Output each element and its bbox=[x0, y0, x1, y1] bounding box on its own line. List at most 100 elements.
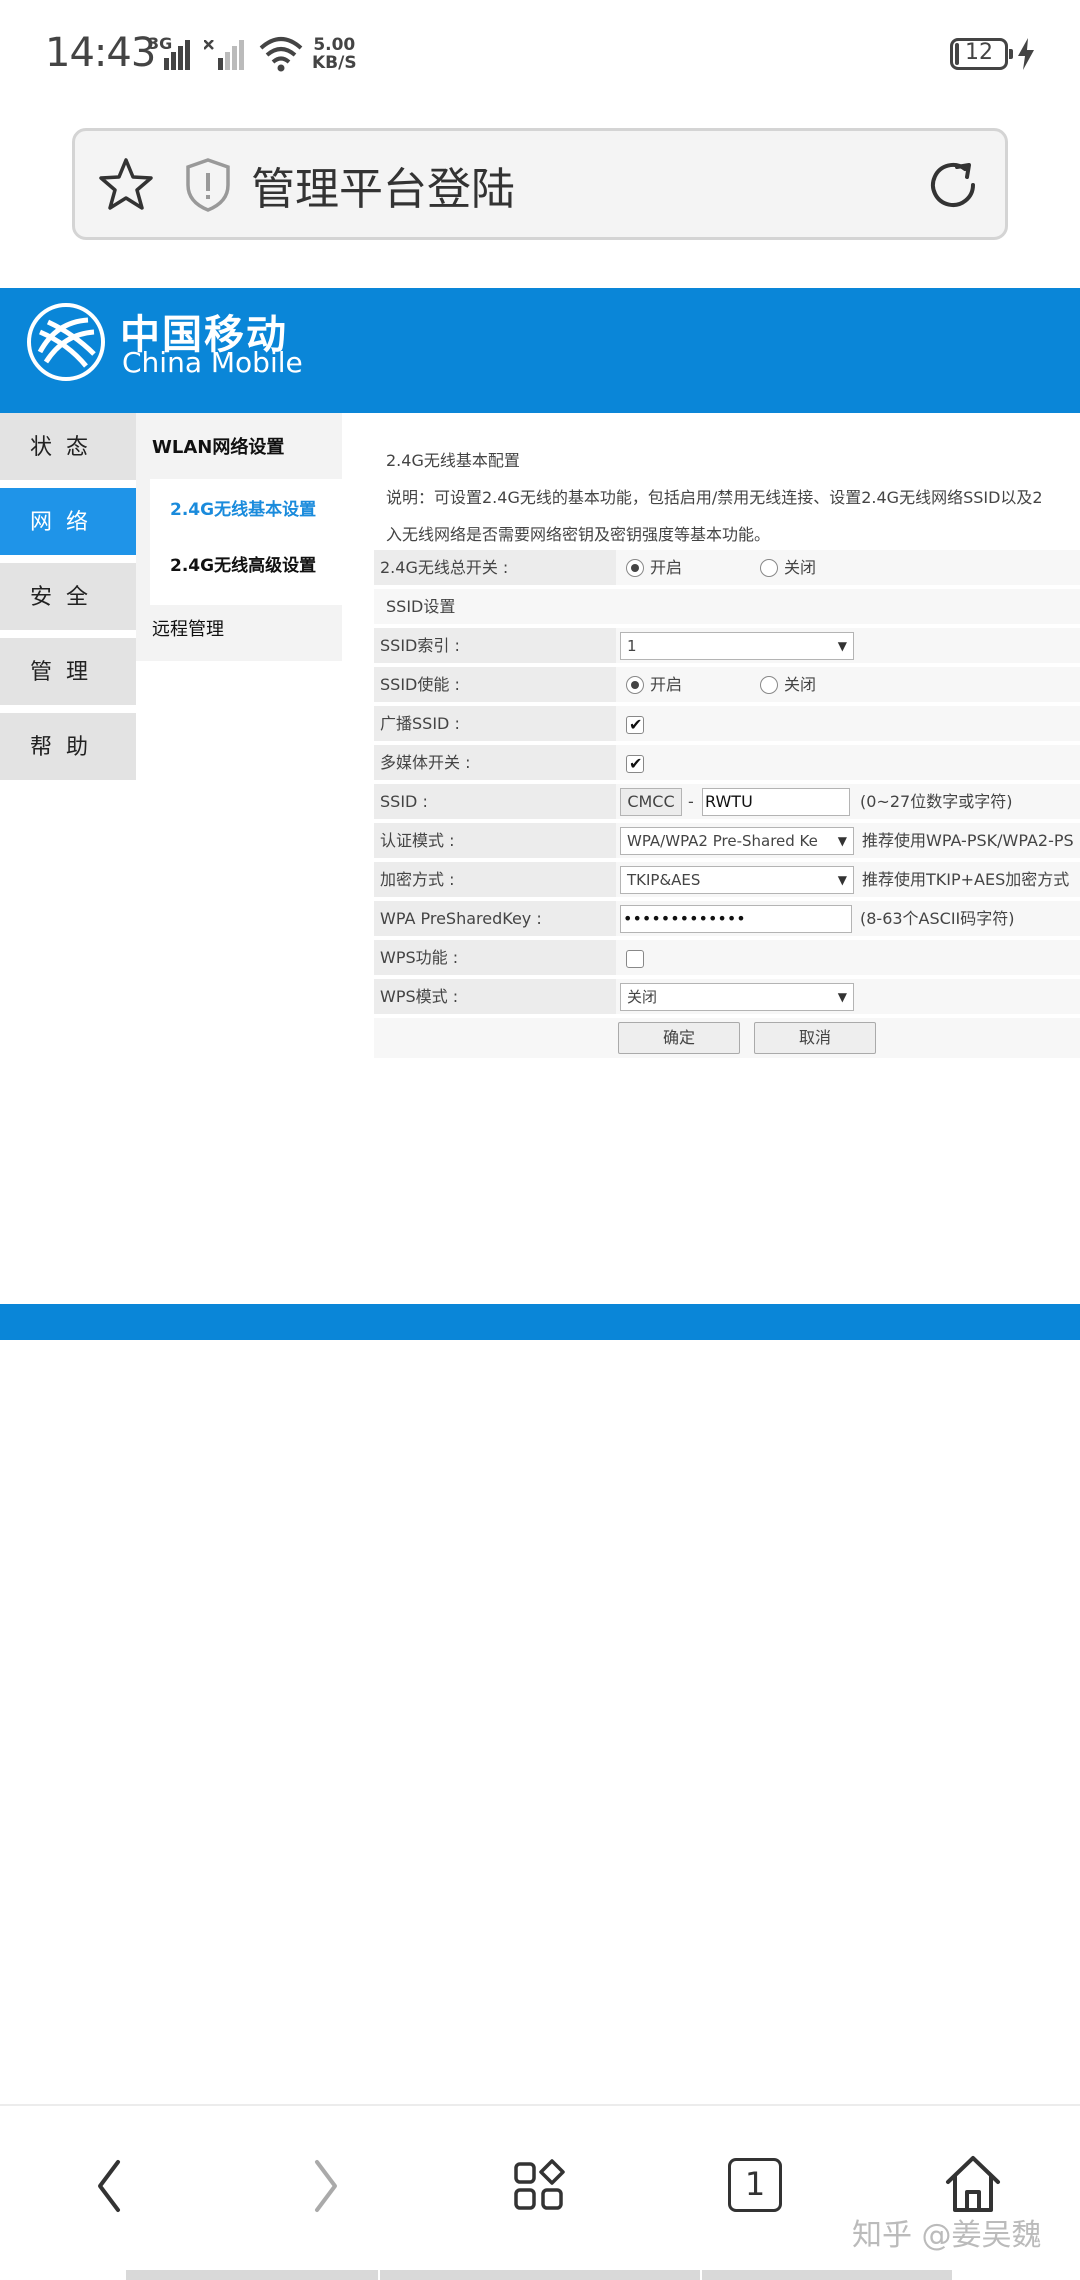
row-multimedia: 多媒体开关 : ✔ bbox=[374, 745, 1080, 782]
master-switch-on-radio[interactable] bbox=[626, 559, 644, 577]
encryption-select[interactable]: TKIP&AES ▼ bbox=[620, 866, 854, 894]
multimedia-checkbox[interactable]: ✔ bbox=[626, 754, 644, 773]
gesture-bar-center bbox=[380, 2270, 700, 2280]
nav-item-network[interactable]: 网络 bbox=[0, 488, 136, 558]
master-switch-off-radio[interactable] bbox=[760, 559, 778, 577]
subnav-list: 2.4G无线基本设置 2.4G无线高级设置 bbox=[150, 479, 342, 605]
master-switch-off-label: 关闭 bbox=[784, 558, 817, 577]
dropdown-arrow-icon: ▼ bbox=[837, 873, 847, 887]
auth-mode-value: WPA/WPA2 Pre-Shared Ke bbox=[627, 832, 818, 850]
watermark: 知乎 @姜吴魏 bbox=[852, 2218, 1042, 2253]
checkmark-icon: ✔ bbox=[629, 754, 643, 773]
china-mobile-logo-icon bbox=[27, 303, 105, 381]
auth-mode-select[interactable]: WPA/WPA2 Pre-Shared Ke ▼ bbox=[620, 827, 854, 855]
tab-count: 1 bbox=[744, 2165, 766, 2203]
reload-icon[interactable] bbox=[925, 157, 981, 213]
wps-label: WPS功能 : bbox=[374, 940, 616, 975]
wps-mode-label: WPS模式 : bbox=[374, 979, 616, 1014]
nav-item-help[interactable]: 帮助 bbox=[0, 713, 136, 783]
row-wps-mode: WPS模式 : 关闭 ▼ bbox=[374, 979, 1080, 1016]
row-wps: WPS功能 : bbox=[374, 940, 1080, 977]
bookmark-star-icon[interactable] bbox=[97, 156, 155, 214]
sub-nav: WLAN网络设置 2.4G无线基本设置 2.4G无线高级设置 远程管理 bbox=[136, 413, 342, 661]
master-switch-on-label: 开启 bbox=[650, 558, 683, 577]
row-ssid-enable: SSID使能 : 开启 关闭 bbox=[374, 667, 1080, 704]
home-icon[interactable] bbox=[944, 2154, 1002, 2214]
subnav-item-advanced[interactable]: 2.4G无线高级设置 bbox=[170, 551, 316, 576]
ssid-index-label: SSID索引 : bbox=[374, 628, 616, 663]
ssid-index-value: 1 bbox=[627, 637, 637, 655]
psk-input[interactable]: ••••••••••••• bbox=[620, 905, 852, 933]
row-encryption: 加密方式 : TKIP&AES ▼ 推荐使用TKIP+AES加密方式 bbox=[374, 862, 1080, 899]
net-speed: 5.00 KB/S bbox=[312, 36, 357, 72]
ssid-separator: - bbox=[688, 792, 694, 811]
tabs-button[interactable]: 1 bbox=[728, 2158, 782, 2212]
wps-checkbox[interactable] bbox=[626, 950, 644, 968]
nav-item-security[interactable]: 安全 bbox=[0, 563, 136, 633]
row-psk: WPA PreSharedKey : ••••••••••••• (8-63个A… bbox=[374, 901, 1080, 938]
subnav-remote-management[interactable]: 远程管理 bbox=[152, 615, 224, 641]
encryption-label: 加密方式 : bbox=[374, 862, 616, 897]
confirm-button[interactable]: 确定 bbox=[618, 1022, 740, 1054]
battery-level: 12 bbox=[965, 40, 993, 65]
ssid-prefix: CMCC bbox=[620, 788, 682, 816]
row-buttons: 确定 取消 bbox=[374, 1018, 1080, 1060]
ssid-enable-on-label: 开启 bbox=[650, 675, 683, 694]
net-speed-unit: KB/S bbox=[312, 53, 357, 73]
row-ssid-index: SSID索引 : 1 ▼ bbox=[374, 628, 1080, 665]
dropdown-arrow-icon: ▼ bbox=[837, 639, 847, 653]
row-ssid: SSID : CMCC - RWTU (0~27位数字或字符) bbox=[374, 784, 1080, 821]
page-title: 管理平台登陆 bbox=[251, 164, 515, 215]
broadcast-ssid-label: 广播SSID : bbox=[374, 706, 616, 741]
psk-label: WPA PreSharedKey : bbox=[374, 901, 616, 936]
master-switch-label: 2.4G无线总开关 : bbox=[374, 550, 616, 585]
net-speed-value: 5.00 bbox=[313, 35, 356, 55]
ssid-enable-label: SSID使能 : bbox=[374, 667, 616, 702]
dropdown-arrow-icon: ▼ bbox=[837, 990, 847, 1004]
subnav-item-basic[interactable]: 2.4G无线基本设置 bbox=[170, 495, 316, 520]
broadcast-ssid-checkbox[interactable]: ✔ bbox=[626, 715, 644, 734]
back-icon[interactable] bbox=[90, 2156, 130, 2216]
row-auth-mode: 认证模式 : WPA/WPA2 Pre-Shared Ke ▼ 推荐使用WPA-… bbox=[374, 823, 1080, 860]
forward-icon[interactable] bbox=[305, 2156, 345, 2216]
description-line1: 说明：可设置2.4G无线的基本功能，包括启用/禁用无线连接、设置2.4G无线网络… bbox=[386, 488, 1043, 507]
ssid-input[interactable]: RWTU bbox=[702, 788, 850, 816]
security-shield-icon[interactable] bbox=[183, 157, 233, 213]
description: 说明：可设置2.4G无线的基本功能，包括启用/禁用无线连接、设置2.4G无线网络… bbox=[386, 479, 1080, 553]
multimedia-label: 多媒体开关 : bbox=[374, 745, 616, 780]
ssid-enable-off-label: 关闭 bbox=[784, 675, 817, 694]
brand-name-en: China Mobile bbox=[122, 346, 303, 379]
row-broadcast-ssid: 广播SSID : ✔ bbox=[374, 706, 1080, 743]
china-mobile-header: 中国移动 China Mobile bbox=[0, 288, 1080, 413]
auth-mode-hint: 推荐使用WPA-PSK/WPA2-PS bbox=[862, 831, 1074, 850]
section-title: 2.4G无线基本配置 bbox=[386, 451, 520, 470]
ssid-index-select[interactable]: 1 ▼ bbox=[620, 632, 854, 660]
address-bar[interactable]: 管理平台登陆 bbox=[72, 128, 1008, 240]
psk-hint: (8-63个ASCII码字符) bbox=[860, 909, 1015, 928]
ssid-section-heading: SSID设置 bbox=[386, 597, 456, 616]
subnav-wlan-heading[interactable]: WLAN网络设置 bbox=[152, 433, 284, 459]
cancel-button[interactable]: 取消 bbox=[754, 1022, 876, 1054]
encryption-hint: 推荐使用TKIP+AES加密方式 bbox=[862, 870, 1070, 889]
row-master-switch: 2.4G无线总开关 : 开启 关闭 bbox=[374, 550, 1080, 587]
footer-band bbox=[0, 1304, 1080, 1340]
wps-mode-select[interactable]: 关闭 ▼ bbox=[620, 983, 854, 1011]
wifi-icon bbox=[259, 37, 303, 72]
ssid-enable-off-radio[interactable] bbox=[760, 676, 778, 694]
charging-icon bbox=[1018, 38, 1034, 70]
ssid-enable-on-radio[interactable] bbox=[626, 676, 644, 694]
gesture-bar-left bbox=[126, 2270, 378, 2280]
battery-icon: 12 bbox=[950, 38, 1013, 70]
encryption-value: TKIP&AES bbox=[627, 871, 701, 889]
status-bar: 14:43 3G 5.00 KB/S 12 bbox=[0, 0, 1080, 110]
nav-item-management[interactable]: 管理 bbox=[0, 638, 136, 708]
wps-mode-value: 关闭 bbox=[627, 988, 658, 1006]
dropdown-arrow-icon: ▼ bbox=[837, 834, 847, 848]
status-time: 14:43 bbox=[45, 30, 156, 76]
gesture-bar-right bbox=[702, 2270, 952, 2280]
auth-mode-label: 认证模式 : bbox=[374, 823, 616, 858]
row-ssid-section: SSID设置 bbox=[374, 589, 1080, 626]
apps-grid-icon[interactable] bbox=[512, 2158, 568, 2214]
nav-item-status[interactable]: 状态 bbox=[0, 413, 136, 483]
description-line2: 入无线网络是否需要网络密钥及密钥强度等基本功能。 bbox=[386, 525, 771, 544]
